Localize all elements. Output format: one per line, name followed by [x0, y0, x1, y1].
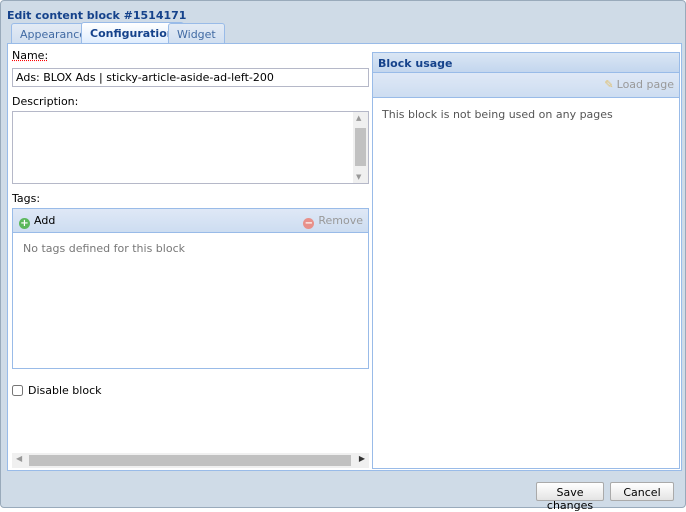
scroll-down-icon[interactable]: ▼ [356, 173, 361, 181]
usage-empty-text: This block is not being used on any page… [382, 108, 613, 121]
block-usage-panel: Block usage ✎ Load page This block is not… [372, 52, 680, 469]
tags-empty-text: No tags defined for this block [23, 242, 185, 255]
scroll-thumb[interactable] [29, 455, 351, 466]
cancel-button[interactable]: Cancel [610, 482, 674, 501]
name-label: Name: [12, 49, 49, 62]
scroll-thumb[interactable] [355, 128, 366, 166]
tags-toolbar: + Add − Remove [13, 209, 368, 233]
remove-icon: − [303, 218, 315, 229]
remove-label: Remove [318, 214, 363, 227]
add-icon: + [19, 218, 30, 229]
description-textarea[interactable]: ▲ ▼ [12, 111, 369, 184]
save-changes-button[interactable]: Save changes [536, 482, 604, 512]
tab-widget[interactable]: Widget [168, 23, 225, 44]
description-label: Description: [12, 95, 79, 108]
dialog-title: Edit content block #1514171 [7, 9, 187, 22]
load-page-label: Load page [616, 78, 674, 91]
scroll-left-icon[interactable]: ◀ [16, 454, 22, 463]
pencil-icon: ✎ [604, 78, 614, 91]
edit-dialog: Edit content block #1514171 Appearance C… [0, 0, 686, 512]
tags-grid: + Add − Remove No tags defined for this bl… [12, 208, 369, 369]
scroll-up-icon[interactable]: ▲ [356, 114, 361, 122]
tags-label: Tags: [12, 192, 41, 205]
add-label: Add [34, 214, 56, 227]
disable-block-label: Disable block [28, 384, 102, 397]
load-page-button[interactable]: ✎ Load page [604, 78, 674, 91]
remove-tag-button[interactable]: − Remove [303, 214, 363, 229]
usage-toolbar: ✎ Load page [373, 73, 679, 98]
name-input[interactable] [12, 68, 369, 87]
vertical-scrollbar[interactable]: ▲ ▼ [353, 112, 368, 183]
scroll-right-icon[interactable]: ▶ [359, 454, 365, 463]
horizontal-scrollbar[interactable]: ◀ ▶ [12, 453, 369, 468]
add-tag-button[interactable]: + Add [19, 214, 55, 229]
block-usage-title: Block usage [373, 53, 679, 73]
disable-block-row: Disable block [12, 384, 102, 397]
disable-block-checkbox[interactable] [12, 385, 23, 396]
